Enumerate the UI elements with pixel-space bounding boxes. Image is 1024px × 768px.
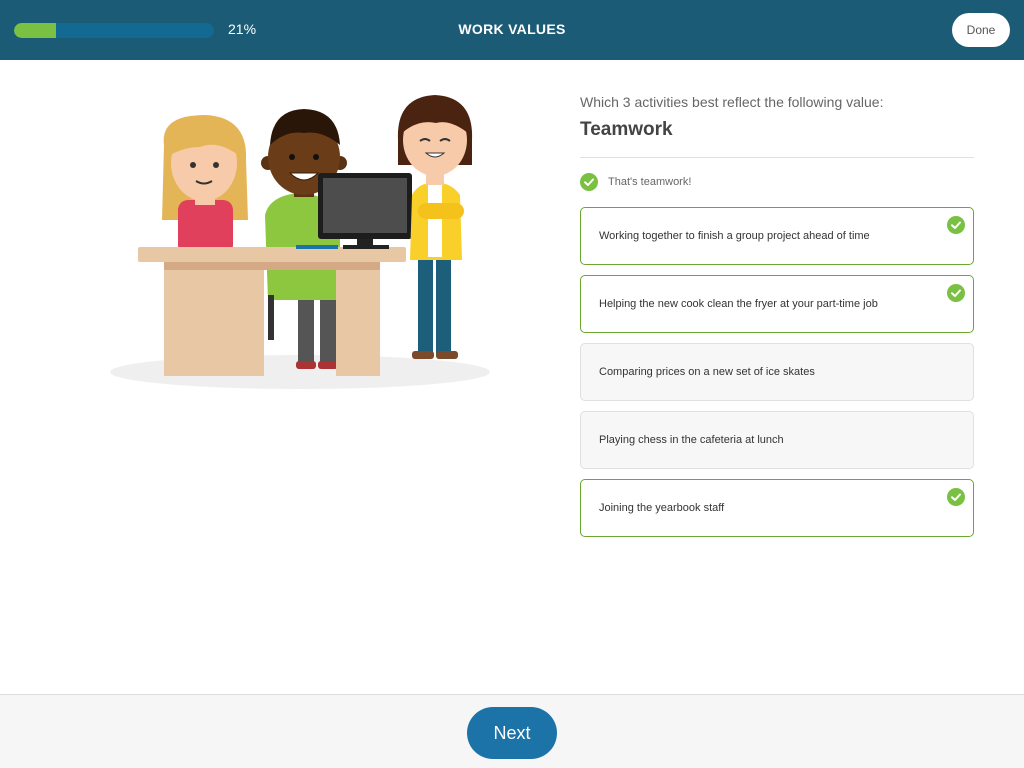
question-prompt: Which 3 activities best reflect the foll… xyxy=(580,94,884,110)
option-card[interactable]: Joining the yearbook staff xyxy=(580,479,974,537)
check-circle-icon xyxy=(580,173,598,191)
feedback-text: That's teamwork! xyxy=(608,176,692,188)
check-circle-icon xyxy=(947,216,965,237)
option-label: Working together to finish a group proje… xyxy=(599,230,870,242)
option-card[interactable]: Playing chess in the cafeteria at lunch xyxy=(580,411,974,469)
option-card[interactable]: Comparing prices on a new set of ice ska… xyxy=(580,343,974,401)
blonde-person xyxy=(162,115,248,255)
option-label: Comparing prices on a new set of ice ska… xyxy=(599,366,815,378)
done-button[interactable]: Done xyxy=(952,13,1010,47)
option-card[interactable]: Helping the new cook clean the fryer at … xyxy=(580,275,974,333)
bottom-bar: Next xyxy=(0,694,1024,768)
feedback-message: That's teamwork! xyxy=(580,173,691,191)
check-circle-icon xyxy=(947,488,965,509)
value-title: Teamwork xyxy=(580,119,673,140)
divider xyxy=(580,157,974,158)
option-label: Playing chess in the cafeteria at lunch xyxy=(599,434,784,446)
check-circle-icon xyxy=(947,284,965,305)
next-button[interactable]: Next xyxy=(467,707,557,759)
option-card[interactable]: Working together to finish a group proje… xyxy=(580,207,974,265)
top-bar: 21% WORK VALUES Done xyxy=(0,0,1024,60)
option-label: Helping the new cook clean the fryer at … xyxy=(599,298,878,310)
page-title: WORK VALUES xyxy=(458,21,566,37)
teamwork-illustration xyxy=(110,95,490,389)
option-label: Joining the yearbook staff xyxy=(599,502,725,514)
